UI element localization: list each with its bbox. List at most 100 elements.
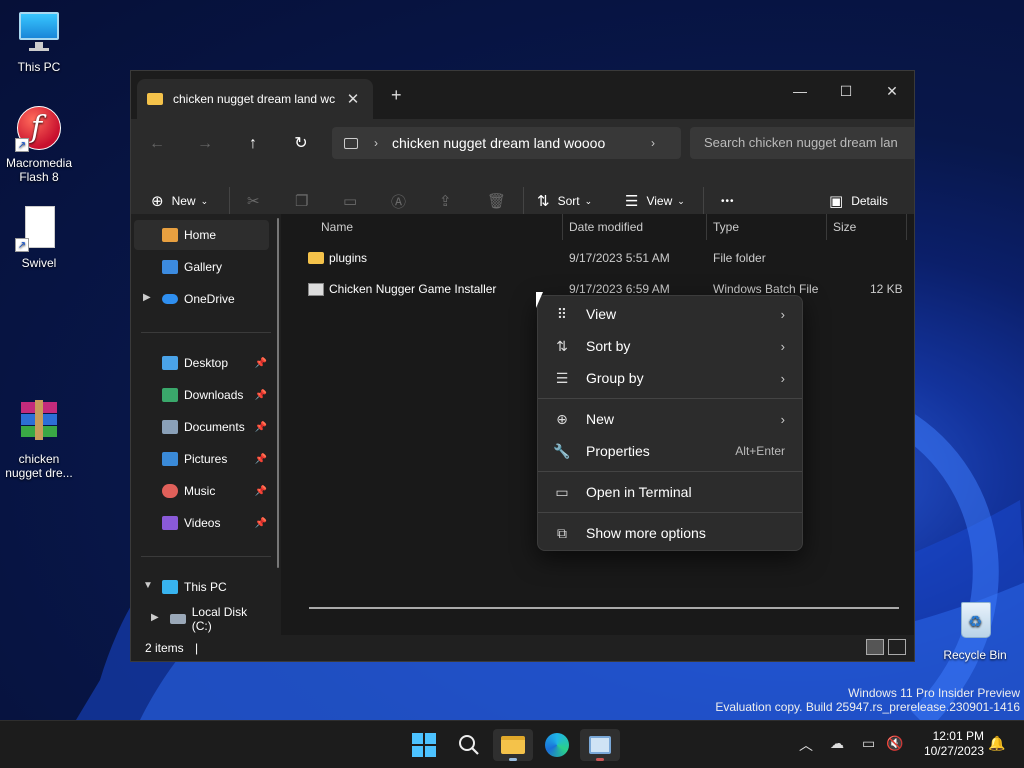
new-tab-button[interactable]: + — [391, 85, 402, 106]
paste-button[interactable]: ▭ — [343, 185, 365, 217]
sidebar-item-downloads[interactable]: Downloads 📌 — [134, 380, 269, 410]
chevron-right-icon[interactable]: › — [651, 136, 655, 150]
pin-icon[interactable]: 📌 — [255, 486, 267, 497]
context-menu: ⠿ View › ⇅ Sort by › ☰ Group by › ⊕ New … — [537, 295, 803, 551]
search-button[interactable] — [449, 729, 489, 761]
pin-icon[interactable]: 📌 — [255, 358, 267, 369]
sidebar-item-documents[interactable]: Documents 📌 — [134, 412, 269, 442]
sidebar-item-label: Music — [184, 484, 216, 498]
desktop-icon-swivel[interactable]: ↗ Swivel — [0, 204, 78, 270]
folder-icon — [501, 736, 525, 754]
desktop-icon-label: nugget dre... — [5, 466, 73, 480]
sidebar-item-this-pc[interactable]: This PC — [134, 572, 269, 602]
notification-bell-icon[interactable]: 🔔 — [988, 735, 1005, 752]
watermark-line: Windows 11 Pro Insider Preview — [848, 686, 1020, 700]
weather-icon[interactable]: ☁ — [830, 735, 844, 752]
monitor-icon — [15, 8, 63, 56]
menu-item-view[interactable]: ⠿ View › — [542, 299, 799, 329]
drive-icon — [170, 614, 186, 624]
shortcut-arrow-icon: ↗ — [15, 138, 29, 152]
plus-circle-icon: ⊕ — [556, 410, 568, 427]
sort-button[interactable]: ⇅ Sort ⌄ — [537, 185, 592, 217]
start-button[interactable] — [404, 729, 444, 761]
gallery-icon — [162, 260, 178, 274]
sidebar-item-label: Downloads — [184, 388, 244, 402]
refresh-button[interactable]: ↻ — [289, 132, 313, 156]
taskbar-app[interactable] — [580, 729, 620, 761]
back-button[interactable]: ← — [145, 132, 169, 156]
file-name: Chicken Nugger Game Installer — [329, 282, 497, 296]
sidebar-item-pictures[interactable]: Pictures 📌 — [134, 444, 269, 474]
close-button[interactable]: ✕ — [869, 77, 914, 105]
menu-item-new[interactable]: ⊕ New › — [542, 404, 799, 434]
menu-item-properties[interactable]: 🔧 Properties Alt+Enter — [542, 436, 799, 466]
copy-button[interactable]: ❐ — [295, 185, 316, 217]
cut-button[interactable]: ✂ — [247, 185, 268, 217]
rename-button[interactable]: Ⓐ — [391, 185, 414, 217]
sidebar-item-desktop[interactable]: Desktop 📌 — [134, 348, 269, 378]
watermark-line: Evaluation copy. Build 25947.rs_prerelea… — [715, 700, 1020, 714]
desktop-icon-this-pc[interactable]: This PC — [0, 8, 78, 74]
delete-button[interactable]: 🗑 — [487, 185, 514, 217]
tab-current-folder[interactable]: chicken nugget dream land wc ✕ — [137, 79, 373, 119]
desktop-icon-recycle-bin[interactable]: ♻ Recycle Bin — [936, 596, 1014, 662]
tiles-view-icon[interactable] — [888, 639, 906, 655]
volume-mute-icon[interactable]: 🔇 — [886, 735, 903, 752]
menu-item-sort-by[interactable]: ⇅ Sort by › — [542, 331, 799, 361]
up-button[interactable]: ↑ — [241, 132, 265, 156]
minimize-button[interactable]: — — [777, 77, 823, 105]
pin-icon[interactable]: 📌 — [255, 422, 267, 433]
pin-icon[interactable]: 📌 — [255, 454, 267, 465]
column-header-type[interactable]: Type — [707, 214, 827, 240]
address-path[interactable]: chicken nugget dream land woooo — [392, 135, 651, 151]
share-button[interactable]: ⇪ — [439, 185, 460, 217]
sidebar-item-local-disk[interactable]: Local Disk (C:) — [134, 604, 269, 634]
sidebar-item-videos[interactable]: Videos 📌 — [134, 508, 269, 538]
pin-icon[interactable]: 📌 — [255, 390, 267, 401]
menu-item-label: Show more options — [586, 525, 706, 541]
view-button[interactable]: ☰ View ⌄ — [625, 185, 685, 217]
address-bar[interactable]: › chicken nugget dream land woooo › — [332, 127, 681, 159]
title-bar: chicken nugget dream land wc ✕ + — ☐ ✕ — [131, 71, 914, 119]
more-options-button[interactable]: ••• — [721, 185, 735, 217]
tab-close-button[interactable]: ✕ — [343, 90, 363, 108]
details-view-icon[interactable] — [866, 639, 884, 655]
horizontal-scrollbar[interactable] — [309, 607, 899, 609]
forward-button[interactable]: → — [193, 132, 217, 156]
scissors-icon: ✂ — [247, 193, 260, 210]
taskbar-edge[interactable] — [537, 729, 577, 761]
chevron-up-icon[interactable]: ︿ — [799, 735, 813, 755]
column-header-size[interactable]: Size — [827, 214, 907, 240]
file-row[interactable]: plugins 9/17/2023 5:51 AM File folder — [304, 245, 904, 271]
sidebar-item-label: This PC — [184, 580, 227, 594]
new-button[interactable]: ⊕ New ⌄ — [151, 185, 208, 217]
sidebar-item-gallery[interactable]: Gallery — [134, 252, 269, 282]
sidebar-item-music[interactable]: Music 📌 — [134, 476, 269, 506]
taskbar-file-explorer[interactable] — [493, 729, 533, 761]
menu-item-open-in-terminal[interactable]: ▭ Open in Terminal — [542, 477, 799, 507]
system-clock[interactable]: 12:01 PM 10/27/2023 — [924, 729, 984, 759]
navigation-bar: ← → ↑ ↻ › chicken nugget dream land wooo… — [131, 119, 914, 169]
sidebar-item-onedrive[interactable]: OneDrive — [134, 284, 269, 314]
column-header-date[interactable]: Date modified — [563, 214, 707, 240]
network-icon[interactable]: ▭ — [862, 735, 875, 752]
sidebar-scrollbar[interactable] — [277, 218, 279, 568]
music-icon — [162, 484, 178, 498]
column-header-name[interactable]: Name — [315, 214, 563, 240]
menu-item-group-by[interactable]: ☰ Group by › — [542, 363, 799, 393]
chevron-right-icon: › — [780, 411, 785, 427]
search-input[interactable]: Search chicken nugget dream lan — [690, 127, 914, 159]
chevron-right-icon: › — [780, 306, 785, 322]
menu-item-label: Group by — [586, 370, 644, 386]
active-indicator — [596, 758, 604, 761]
desktop-icon-chicken-nugget[interactable]: chicken nugget dre... — [0, 400, 78, 480]
computer-icon — [162, 580, 178, 594]
computer-icon — [344, 137, 358, 149]
toolbar-divider — [229, 187, 230, 215]
menu-item-show-more-options[interactable]: ⧉ Show more options — [542, 518, 799, 548]
pin-icon[interactable]: 📌 — [255, 518, 267, 529]
desktop-icon-flash[interactable]: f ↗ Macromedia Flash 8 — [0, 104, 78, 184]
maximize-button[interactable]: ☐ — [823, 77, 869, 105]
details-pane-button[interactable]: ▣ Details — [829, 185, 888, 217]
sidebar-item-home[interactable]: Home — [134, 220, 269, 250]
